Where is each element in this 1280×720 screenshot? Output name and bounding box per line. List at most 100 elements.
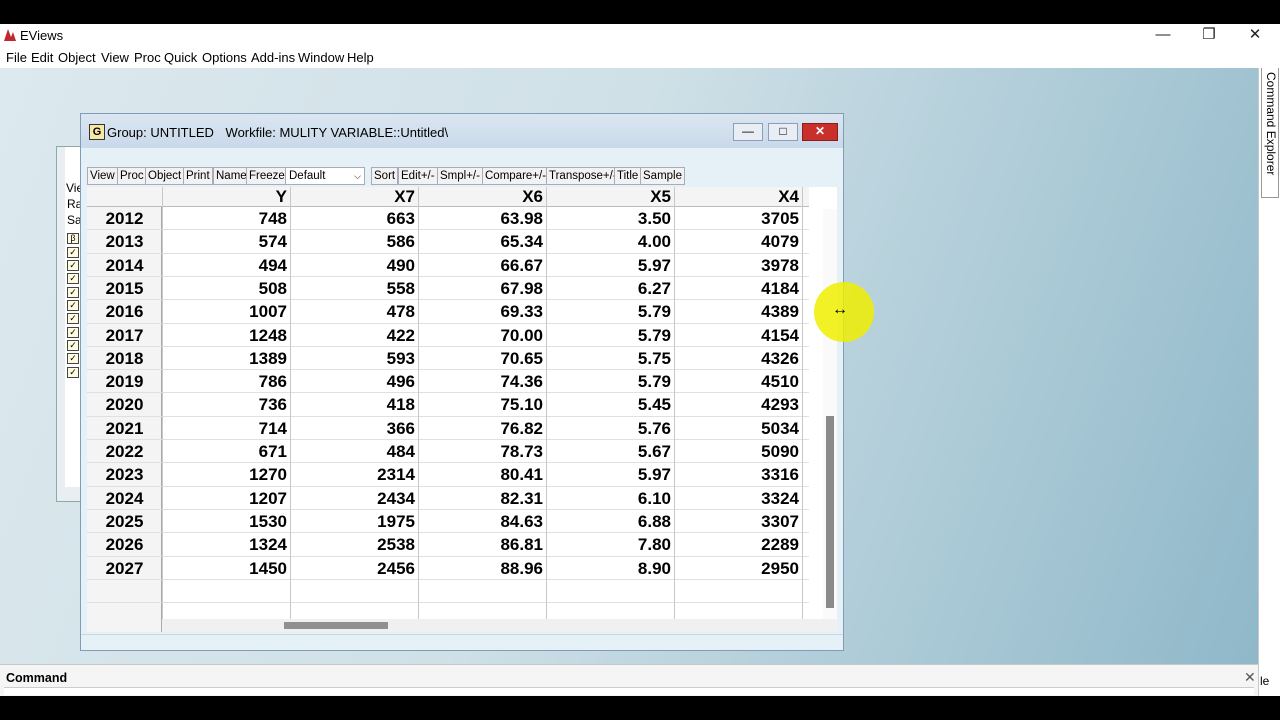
table-cell[interactable]: 1207 bbox=[162, 487, 290, 510]
column-header[interactable]: X7 bbox=[290, 187, 418, 207]
table-cell[interactable]: 4293 bbox=[674, 393, 802, 416]
table-cell[interactable]: 2950 bbox=[674, 557, 802, 580]
toolbar-view-button[interactable]: View bbox=[87, 167, 118, 185]
toolbar-edit-button[interactable]: Edit+/- bbox=[398, 167, 438, 185]
table-cell[interactable]: 88.96 bbox=[418, 557, 546, 580]
menu-view[interactable]: View bbox=[101, 50, 129, 65]
table-cell[interactable]: 1324 bbox=[162, 533, 290, 556]
display-select[interactable]: Default ⌵ bbox=[285, 167, 365, 185]
row-header[interactable]: 2025 bbox=[87, 510, 162, 533]
command-explorer-tab[interactable]: Command Explorer bbox=[1261, 68, 1279, 198]
table-cell[interactable]: 4079 bbox=[674, 230, 802, 253]
row-header[interactable]: 2015 bbox=[87, 277, 162, 300]
table-cell[interactable]: 714 bbox=[162, 417, 290, 440]
group-window-titlebar[interactable]: G Group: UNTITLED Workfile: MULITY VARIA… bbox=[81, 114, 843, 148]
column-header[interactable]: X5 bbox=[546, 187, 674, 207]
table-cell[interactable]: 4.00 bbox=[546, 230, 674, 253]
toolbar-sort-button[interactable]: Sort bbox=[371, 167, 399, 185]
table-cell[interactable]: 75.10 bbox=[418, 393, 546, 416]
row-header[interactable]: 2012 bbox=[87, 207, 162, 230]
menu-object[interactable]: Object bbox=[58, 50, 96, 65]
table-cell[interactable]: 7.80 bbox=[546, 533, 674, 556]
table-cell[interactable]: 2538 bbox=[290, 533, 418, 556]
command-pane-close-icon[interactable]: ✕ bbox=[1244, 669, 1256, 686]
table-cell[interactable]: 5.97 bbox=[546, 254, 674, 277]
table-cell[interactable]: 4326 bbox=[674, 347, 802, 370]
table-cell[interactable]: 736 bbox=[162, 393, 290, 416]
table-cell[interactable]: 1389 bbox=[162, 347, 290, 370]
row-header[interactable]: 2019 bbox=[87, 370, 162, 393]
table-cell[interactable]: 484 bbox=[290, 440, 418, 463]
table-cell[interactable]: 70.00 bbox=[418, 324, 546, 347]
row-header[interactable]: 2027 bbox=[87, 557, 162, 580]
table-cell[interactable]: 5.79 bbox=[546, 324, 674, 347]
table-cell[interactable]: 1248 bbox=[162, 324, 290, 347]
table-cell[interactable]: 2456 bbox=[290, 557, 418, 580]
table-cell[interactable]: 4389 bbox=[674, 300, 802, 323]
toolbar-object-button[interactable]: Object bbox=[145, 167, 185, 185]
table-cell[interactable]: 67.98 bbox=[418, 277, 546, 300]
group-minimize-button[interactable]: — bbox=[733, 123, 763, 141]
table-cell[interactable]: 76.82 bbox=[418, 417, 546, 440]
table-cell[interactable]: 494 bbox=[162, 254, 290, 277]
table-cell[interactable]: 5.45 bbox=[546, 393, 674, 416]
restore-button[interactable]: ❐ bbox=[1186, 24, 1232, 46]
table-cell[interactable]: 478 bbox=[290, 300, 418, 323]
table-cell[interactable]: 69.33 bbox=[418, 300, 546, 323]
table-cell[interactable]: 422 bbox=[290, 324, 418, 347]
table-cell[interactable]: 3307 bbox=[674, 510, 802, 533]
menu-edit[interactable]: Edit bbox=[31, 50, 53, 65]
horizontal-scrollbar[interactable] bbox=[162, 619, 837, 632]
close-button[interactable]: ✕ bbox=[1232, 24, 1278, 46]
row-header[interactable]: 2026 bbox=[87, 533, 162, 556]
table-cell[interactable]: 74.36 bbox=[418, 370, 546, 393]
menu-file[interactable]: File bbox=[6, 50, 27, 65]
table-cell[interactable]: 5.97 bbox=[546, 463, 674, 486]
table-cell[interactable]: 6.27 bbox=[546, 277, 674, 300]
table-cell[interactable]: 3978 bbox=[674, 254, 802, 277]
table-cell[interactable]: 663 bbox=[290, 207, 418, 230]
toolbar-title-button[interactable]: Title bbox=[614, 167, 642, 185]
table-cell[interactable]: 5.75 bbox=[546, 347, 674, 370]
menu-help[interactable]: Help bbox=[347, 50, 374, 65]
table-cell[interactable]: 84.63 bbox=[418, 510, 546, 533]
menu-quick[interactable]: Quick bbox=[164, 50, 197, 65]
spreadsheet-grid[interactable]: Y X7 X6 X5 X4 2012 748 663 63.98 3.50 3705 201… bbox=[87, 187, 837, 632]
table-cell[interactable]: 3316 bbox=[674, 463, 802, 486]
group-close-button[interactable]: ✕ bbox=[802, 123, 838, 141]
table-cell[interactable]: 366 bbox=[290, 417, 418, 440]
row-header[interactable]: 2014 bbox=[87, 254, 162, 277]
table-cell[interactable]: 82.31 bbox=[418, 487, 546, 510]
row-header[interactable]: 2013 bbox=[87, 230, 162, 253]
menu-proc[interactable]: Proc bbox=[134, 50, 161, 65]
table-cell[interactable]: 593 bbox=[290, 347, 418, 370]
horizontal-scroll-thumb[interactable] bbox=[284, 622, 388, 629]
row-header[interactable]: 2021 bbox=[87, 417, 162, 440]
table-cell[interactable]: 8.90 bbox=[546, 557, 674, 580]
column-header[interactable]: X6 bbox=[418, 187, 546, 207]
table-cell[interactable]: 5.76 bbox=[546, 417, 674, 440]
table-cell[interactable]: 1270 bbox=[162, 463, 290, 486]
table-cell[interactable]: 70.65 bbox=[418, 347, 546, 370]
table-cell[interactable]: 63.98 bbox=[418, 207, 546, 230]
table-cell[interactable]: 496 bbox=[290, 370, 418, 393]
toolbar-smpl-button[interactable]: Smpl+/- bbox=[437, 167, 483, 185]
table-cell[interactable]: 5.67 bbox=[546, 440, 674, 463]
table-cell[interactable]: 80.41 bbox=[418, 463, 546, 486]
vertical-scroll-thumb[interactable] bbox=[826, 416, 834, 608]
table-cell[interactable]: 5034 bbox=[674, 417, 802, 440]
minimize-button[interactable]: — bbox=[1140, 24, 1186, 46]
table-cell[interactable]: 1007 bbox=[162, 300, 290, 323]
table-cell[interactable]: 86.81 bbox=[418, 533, 546, 556]
table-cell[interactable]: 4154 bbox=[674, 324, 802, 347]
table-cell[interactable]: 2289 bbox=[674, 533, 802, 556]
table-cell[interactable]: 508 bbox=[162, 277, 290, 300]
table-cell[interactable]: 5090 bbox=[674, 440, 802, 463]
table-cell[interactable]: 78.73 bbox=[418, 440, 546, 463]
table-cell[interactable]: 586 bbox=[290, 230, 418, 253]
table-cell[interactable]: 5.79 bbox=[546, 300, 674, 323]
table-cell[interactable]: 1530 bbox=[162, 510, 290, 533]
menu-window[interactable]: Window bbox=[298, 50, 344, 65]
table-cell[interactable]: 748 bbox=[162, 207, 290, 230]
table-cell[interactable]: 558 bbox=[290, 277, 418, 300]
